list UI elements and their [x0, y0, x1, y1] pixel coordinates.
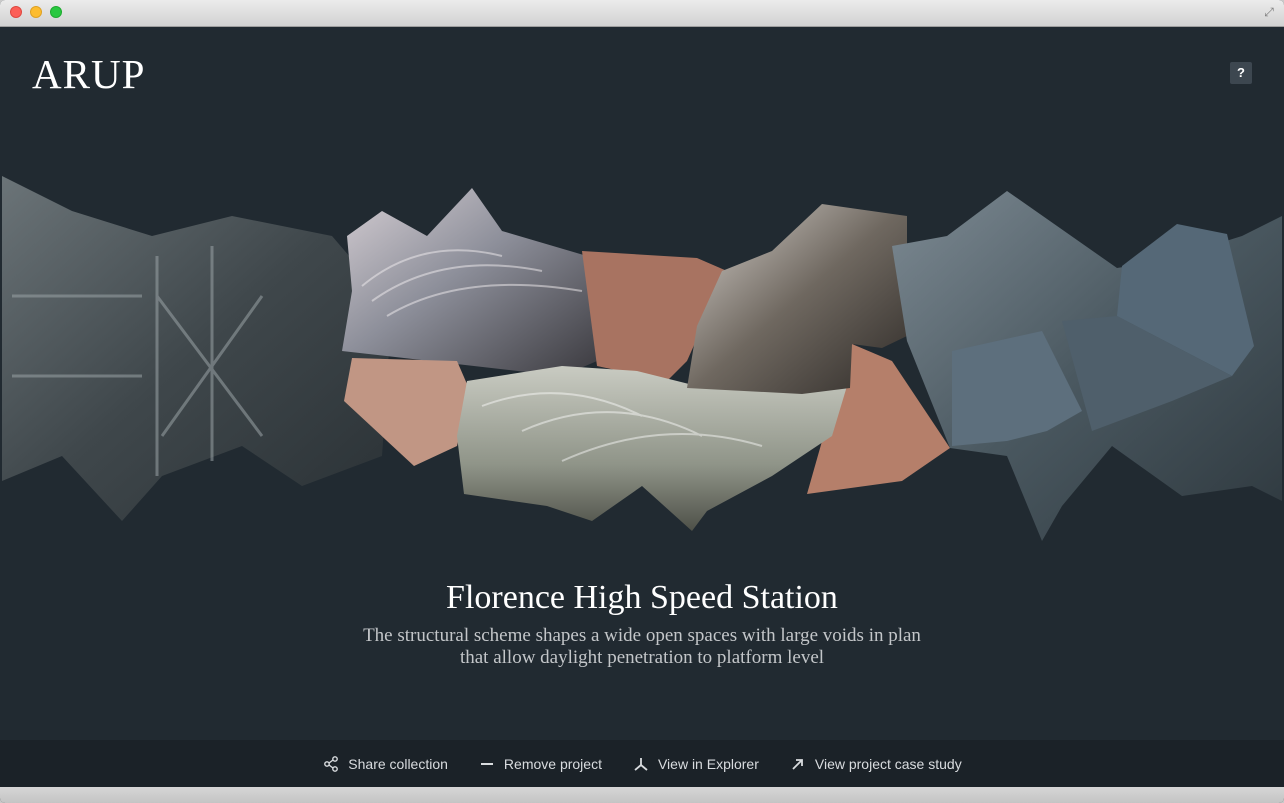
share-collection-label: Share collection	[348, 755, 448, 772]
title-bar[interactable]: ⤢	[0, 0, 1284, 27]
remove-project-button[interactable]: Remove project	[478, 755, 602, 773]
view-case-study-label: View project case study	[814, 755, 962, 772]
remove-project-label: Remove project	[503, 755, 602, 772]
window-bottom-edge	[0, 787, 1284, 803]
app-window: ⤢ ARUP ? Florence High Speed Station The…	[0, 0, 1284, 803]
explorer-icon	[632, 755, 650, 773]
view-in-explorer-label: View in Explorer	[657, 755, 759, 772]
action-bar: Share collection Remove project View in …	[0, 740, 1284, 787]
view-in-explorer-button[interactable]: View in Explorer	[632, 755, 759, 773]
arrow-up-right-icon	[789, 755, 807, 773]
share-icon	[322, 755, 340, 773]
project-description-line-1: The structural scheme shapes a wide open…	[363, 625, 921, 646]
zoom-window-button[interactable]	[50, 6, 62, 18]
share-collection-button[interactable]: Share collection	[322, 755, 448, 773]
project-description-line-2: that allow daylight penetration to platf…	[459, 647, 825, 668]
project-description: The structural scheme shapes a wide open…	[0, 625, 1284, 669]
minus-icon	[478, 755, 496, 773]
help-button[interactable]: ?	[1230, 62, 1252, 84]
fullscreen-icon[interactable]: ⤢	[1262, 5, 1276, 19]
project-caption: Florence High Speed Station The structur…	[0, 578, 1284, 669]
project-title: Florence High Speed Station	[446, 579, 838, 616]
close-window-button[interactable]	[10, 6, 22, 18]
view-case-study-button[interactable]: View project case study	[789, 755, 962, 773]
project-image-collage	[2, 176, 1282, 541]
minimize-window-button[interactable]	[30, 6, 42, 18]
arup-logo[interactable]: ARUP	[32, 52, 145, 96]
collage-photo-station-roof[interactable]	[342, 188, 597, 376]
